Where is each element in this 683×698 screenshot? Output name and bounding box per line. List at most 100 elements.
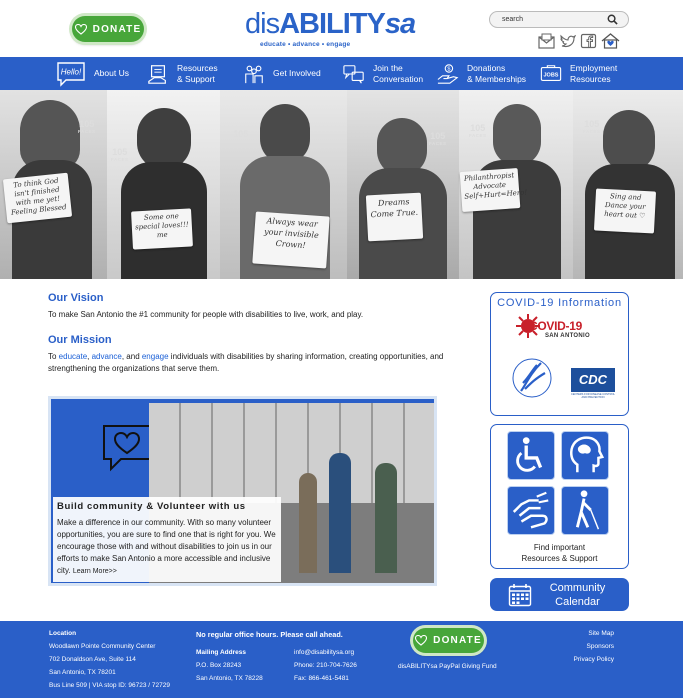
home-heart-icon[interactable] xyxy=(601,33,620,49)
footer-donate-button[interactable]: DONATE xyxy=(413,628,484,653)
donation-hand-icon: $ xyxy=(437,63,459,84)
heart-chat-icon xyxy=(103,425,151,472)
site-logo[interactable]: disABILITYsa educate • advance • engage xyxy=(245,10,416,50)
logo-tagline: educate • advance • engage xyxy=(260,41,351,48)
advance-link[interactable]: advance xyxy=(92,352,122,361)
heart-icon xyxy=(415,635,428,646)
badge-word: FACES xyxy=(469,133,487,138)
faces-badge: 105 FACES xyxy=(78,120,96,136)
site-header: DONATE disABILITYsa educate • advance • … xyxy=(0,0,683,57)
faces-badge: 105 FACES xyxy=(469,124,487,140)
nav-resources-support[interactable]: Resources & Support xyxy=(147,57,218,90)
vision-text: To make San Antonio the #1 community for… xyxy=(48,310,364,319)
portrait xyxy=(493,104,541,166)
twitter-icon[interactable] xyxy=(559,33,576,49)
location-line: Woodlawn Pointe Community Center xyxy=(49,643,156,650)
chat-bubbles-icon xyxy=(343,64,364,83)
resources-hand-icon xyxy=(148,64,166,84)
volunteer-text-card: Build community & Volunteer with us Make… xyxy=(53,497,281,582)
access-label-line2: Resources & Support xyxy=(521,554,598,563)
mission-title: Our Mission xyxy=(48,334,112,346)
location-line: San Antonio, TX 78201 xyxy=(49,669,116,676)
hero-panel: Some one special loves!!! me 105 FACES xyxy=(107,90,220,279)
contact-fax: Fax: 866-461-5481 xyxy=(294,675,349,682)
community-calendar-button[interactable]: Community Calendar xyxy=(490,578,629,611)
cdc-sub: CENTERS FOR DISEASE CONTROL AND PREVENTI… xyxy=(571,393,615,399)
hero-sign: Some one special loves!!! me xyxy=(131,208,193,250)
hero-panel: Sing and Dance your heart out ♡ 105 FACES xyxy=(573,90,683,279)
email-icon[interactable] xyxy=(538,33,555,49)
faces-badge: 105 FACES xyxy=(429,132,447,148)
site-footer: Location Woodlawn Pointe Community Cente… xyxy=(0,621,683,698)
nav-label: Get Involved xyxy=(273,68,321,78)
nav-label-line1: Resources xyxy=(177,62,218,73)
badge-word: FACES xyxy=(232,139,250,144)
volunteer-person xyxy=(329,453,351,573)
volunteer-card[interactable]: Build community & Volunteer with us Make… xyxy=(48,396,437,586)
badge-word: FACES xyxy=(429,141,447,146)
wheelchair-icon[interactable] xyxy=(507,431,555,480)
main-content: Our Vision To make San Antonio the #1 co… xyxy=(48,292,468,375)
cdc-logo[interactable]: CDC xyxy=(571,368,615,392)
faces-badge: 105 FACES xyxy=(232,130,250,146)
accessibility-box[interactable]: Find important Resources & Support xyxy=(490,424,629,569)
portrait xyxy=(260,104,310,164)
cognitive-head-icon[interactable] xyxy=(561,431,609,480)
hero-banner: To think God isn't finished with me yet!… xyxy=(0,90,683,279)
facebook-icon[interactable] xyxy=(580,33,597,49)
site-map-link[interactable]: Site Map xyxy=(560,627,614,640)
nav-join-conversation[interactable]: Join the Conversation xyxy=(343,57,423,90)
header-donate-button[interactable]: DONATE xyxy=(72,16,144,42)
nav-label-line1: Join the xyxy=(373,62,403,73)
badge-word: FACES xyxy=(78,129,96,134)
paypal-giving-fund-link[interactable]: disABILITYsa PayPal Giving Fund xyxy=(398,660,497,673)
hello-speech-icon: Hello! xyxy=(57,61,85,87)
nav-employment-resources[interactable]: JOBS Employment Resources xyxy=(540,57,617,90)
calendar-icon xyxy=(508,583,532,606)
svg-text:JOBS: JOBS xyxy=(544,72,559,78)
blind-cane-icon[interactable] xyxy=(561,486,609,535)
footer-links: Site Map Sponsors Privacy Policy xyxy=(560,627,614,666)
nav-label-line2: Resources xyxy=(570,73,611,84)
nav-get-involved[interactable]: Get Involved xyxy=(243,57,321,90)
covid-sa-logo[interactable]: COVID-19 SAN ANTONIO xyxy=(515,313,607,343)
search-input[interactable]: search xyxy=(489,11,629,28)
privacy-policy-link[interactable]: Privacy Policy xyxy=(560,653,614,666)
mission-sep: , and xyxy=(121,352,142,361)
volunteer-text: Make a difference in our community. With… xyxy=(57,518,276,575)
hero-panel: Dreams Come True. 105 FACES xyxy=(347,90,459,279)
group-people-icon xyxy=(245,65,263,83)
footer-location: Location Woodlawn Pointe Community Cente… xyxy=(49,627,170,692)
covid-logo-sub: SAN ANTONIO xyxy=(545,333,590,339)
main-nav: Hello! About Us Resources & Support Get I… xyxy=(0,57,683,90)
portrait xyxy=(137,108,191,170)
hero-panel: To think God isn't finished with me yet!… xyxy=(0,90,107,279)
search-icon[interactable] xyxy=(607,14,618,25)
sign-language-icon[interactable] xyxy=(507,486,555,535)
nav-label-line2: & Support xyxy=(177,73,215,84)
location-title: Location xyxy=(49,630,77,637)
learn-more-link[interactable]: Learn More>> xyxy=(73,568,117,575)
hero-panel: Always wear your invisible Crown! 105 FAC… xyxy=(220,90,347,279)
contact-email[interactable]: info@disabilitysa.org xyxy=(294,646,357,659)
mailing-line: P.O. Box 28243 xyxy=(196,662,242,669)
mission-text: To educate, advance, and engage individu… xyxy=(48,351,468,375)
hhs-seal-icon[interactable] xyxy=(511,353,553,403)
engage-link[interactable]: engage xyxy=(142,352,169,361)
logo-sa: sa xyxy=(384,8,416,40)
nav-label-line1: Donations xyxy=(467,62,506,73)
nav-about-us[interactable]: Hello! About Us xyxy=(56,57,129,90)
volunteer-person xyxy=(299,473,317,573)
hero-sign: Sing and Dance your heart out ♡ xyxy=(593,188,657,234)
educate-link[interactable]: educate xyxy=(59,352,87,361)
mailing-line: San Antonio, TX 78228 xyxy=(196,675,263,682)
nav-donations-memberships[interactable]: $ Donations & Memberships xyxy=(437,57,526,90)
footer-mailing: Mailing Address P.O. Box 28243 San Anton… xyxy=(196,646,263,685)
calendar-line2: Calendar xyxy=(555,595,600,608)
badge-word: FACES xyxy=(583,129,601,134)
access-label-line1: Find important xyxy=(533,543,586,552)
faces-badge: 105 FACES xyxy=(583,120,601,136)
sponsors-link[interactable]: Sponsors xyxy=(560,640,614,653)
heart-icon xyxy=(74,23,87,35)
hero-sign: Always wear your invisible Crown! xyxy=(252,211,330,269)
